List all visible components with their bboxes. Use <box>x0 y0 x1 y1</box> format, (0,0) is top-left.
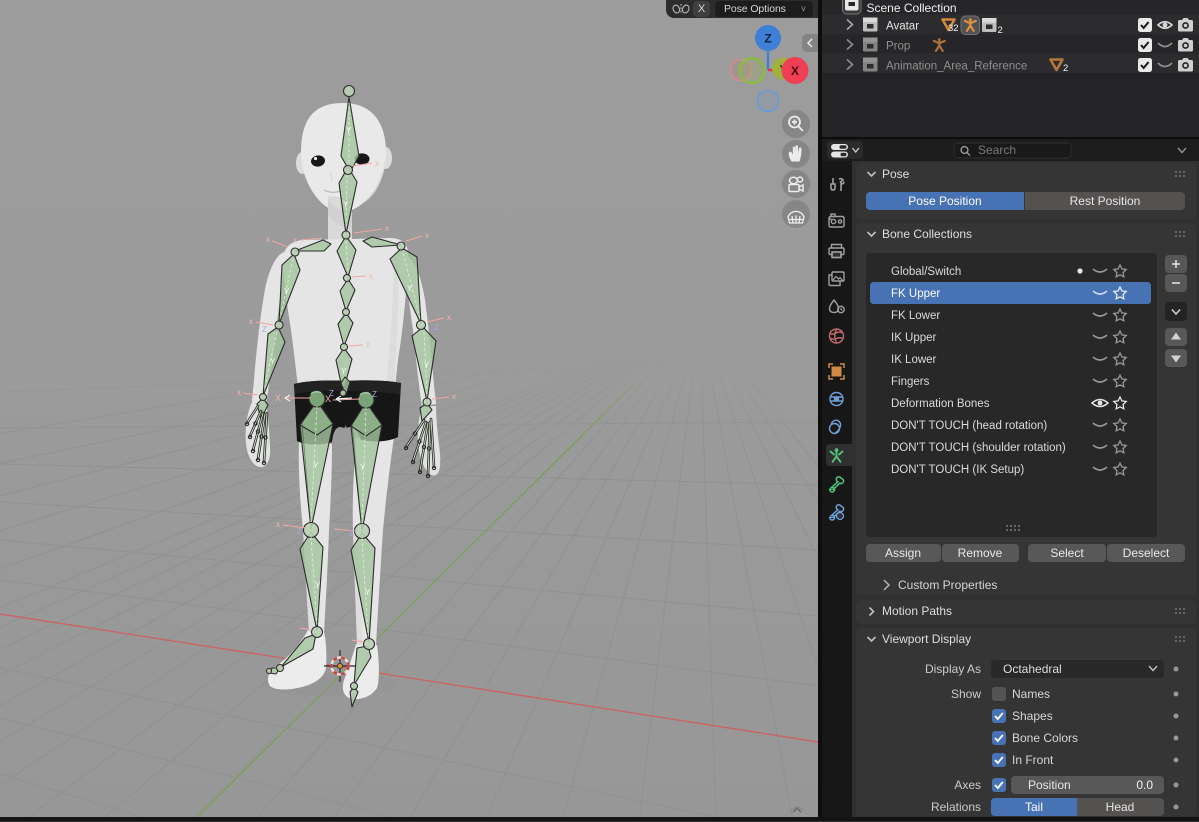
svg-text:X: X <box>275 393 281 403</box>
svg-text:Y: Y <box>424 361 430 370</box>
svg-text:Global/Switch: Global/Switch <box>891 266 961 278</box>
svg-text:x: x <box>369 272 373 281</box>
svg-text:Y: Y <box>343 200 349 209</box>
svg-text:x: x <box>276 520 280 529</box>
svg-text:0.0: 0.0 <box>1136 778 1153 792</box>
svg-text:Z: Z <box>372 390 377 399</box>
svg-text:x: x <box>293 236 297 245</box>
svg-text:Octahedral: Octahedral <box>1003 662 1062 676</box>
svg-text:x: x <box>447 313 451 322</box>
svg-text:Custom Properties: Custom Properties <box>898 578 997 592</box>
svg-text:Fingers: Fingers <box>891 376 930 388</box>
svg-text:Y: Y <box>284 287 290 296</box>
svg-text:x: x <box>266 235 270 244</box>
svg-text:32: 32 <box>948 23 959 34</box>
svg-text:DON'T TOUCH (head rotation): DON'T TOUCH (head rotation) <box>891 420 1047 432</box>
svg-text:Y: Y <box>365 588 371 597</box>
svg-text:Bone Colors: Bone Colors <box>1012 731 1078 745</box>
svg-text:Prop: Prop <box>886 41 910 53</box>
svg-text:Y: Y <box>360 463 366 472</box>
svg-text:Y: Y <box>313 461 319 470</box>
svg-text:x: x <box>237 388 241 397</box>
svg-text:Y: Y <box>346 126 352 135</box>
svg-text:DON'T TOUCH (IK Setup): DON'T TOUCH (IK Setup) <box>891 464 1024 476</box>
svg-text:Z: Z <box>297 527 302 536</box>
svg-text:Assign: Assign <box>885 546 921 560</box>
svg-text:FK Upper: FK Upper <box>891 288 940 300</box>
svg-text:x: x <box>366 340 370 349</box>
svg-text:Display As: Display As <box>925 662 981 676</box>
svg-text:Deformation Bones: Deformation Bones <box>891 398 990 410</box>
svg-text:Z: Z <box>764 32 771 46</box>
svg-text:x: x <box>249 317 253 326</box>
svg-text:Y: Y <box>270 357 276 366</box>
svg-text:IK Lower: IK Lower <box>891 354 937 366</box>
svg-text:x: x <box>385 224 389 233</box>
svg-text:In Front: In Front <box>1012 753 1054 767</box>
svg-text:Remove: Remove <box>958 546 1003 560</box>
svg-text:IK Upper: IK Upper <box>891 332 937 344</box>
svg-text:FK Lower: FK Lower <box>891 310 940 322</box>
svg-text:Scene Collection: Scene Collection <box>867 1 957 15</box>
svg-text:Z: Z <box>329 389 334 398</box>
svg-text:Z: Z <box>349 529 354 538</box>
svg-text:Tail: Tail <box>1025 800 1043 814</box>
svg-text:Head: Head <box>1106 800 1135 814</box>
svg-text:Z: Z <box>434 323 439 332</box>
svg-text:2: 2 <box>1063 63 1068 74</box>
svg-text:x: x <box>452 392 456 401</box>
svg-text:Y: Y <box>315 581 321 590</box>
svg-text:Avatar: Avatar <box>886 21 919 33</box>
svg-text:Y: Y <box>341 367 347 376</box>
svg-text:X: X <box>791 64 799 78</box>
svg-text:Z: Z <box>262 325 267 334</box>
svg-text:Names: Names <box>1012 687 1050 701</box>
svg-text:Shapes: Shapes <box>1012 709 1053 723</box>
svg-text:2: 2 <box>998 25 1003 36</box>
svg-text:Axes: Axes <box>954 778 981 792</box>
svg-text:Search: Search <box>978 143 1016 157</box>
svg-text:DON'T TOUCH (shoulder rotation: DON'T TOUCH (shoulder rotation) <box>891 442 1066 454</box>
svg-text:Show: Show <box>951 687 981 701</box>
svg-text:x: x <box>375 159 379 168</box>
svg-text:Position: Position <box>1028 778 1071 792</box>
svg-text:Animation_Area_Reference: Animation_Area_Reference <box>886 61 1027 73</box>
svg-text:Relations: Relations <box>931 800 981 814</box>
svg-text:Select: Select <box>1050 546 1084 560</box>
svg-text:Y: Y <box>407 284 413 293</box>
svg-text:x: x <box>425 231 429 240</box>
svg-text:Deselect: Deselect <box>1123 546 1170 560</box>
